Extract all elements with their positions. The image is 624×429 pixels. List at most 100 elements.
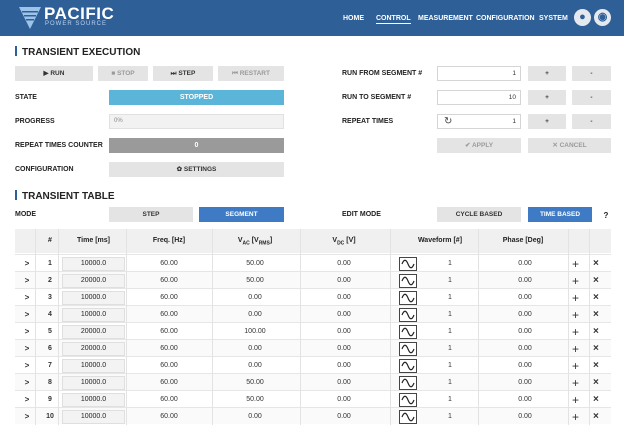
table-row: >9 10000.0 60.00 50.00 0.00 1 0.00 + × (15, 390, 611, 407)
waveform-cell[interactable]: 1 (435, 408, 465, 426)
vac-header-sub: AC (242, 240, 250, 247)
time-input[interactable]: 20000.0 (62, 274, 125, 288)
waveform-select-button[interactable] (399, 274, 417, 288)
time-input[interactable]: 10000.0 (62, 359, 125, 373)
cancel-button[interactable]: ✕ CANCEL (528, 138, 611, 153)
col-divider (568, 229, 569, 425)
time-input[interactable]: 20000.0 (62, 325, 125, 339)
apply-label: APPLY (471, 142, 494, 149)
run-to-plus-button[interactable]: + (528, 90, 566, 105)
restart-button[interactable]: ⏮ RESTART (218, 66, 284, 81)
table-row: >1 10000.0 60.00 50.00 0.00 1 0.00 + × (15, 254, 611, 271)
run-button[interactable]: ▶ RUN (15, 66, 93, 81)
sine-wave-icon (401, 259, 415, 269)
time-input[interactable]: 10000.0 (62, 308, 125, 322)
col-divider (589, 229, 590, 425)
help-icon[interactable]: ? (600, 210, 612, 222)
step-button[interactable]: ⏭ STEP (153, 66, 213, 81)
col-phase: Phase [Deg] (502, 237, 544, 244)
run-to-input[interactable]: 10 (437, 90, 521, 105)
col-divider (212, 229, 213, 425)
sine-wave-icon (401, 395, 415, 405)
restart-label: RESTART (239, 70, 270, 77)
col-divider (390, 229, 391, 425)
sine-wave-icon (401, 293, 415, 303)
run-to-label: RUN TO SEGMENT # (342, 94, 412, 101)
col-waveform: Waveform [#] (417, 237, 463, 244)
mode-segment-option[interactable]: SEGMENT (199, 207, 284, 222)
configuration-label: CONFIGURATION (15, 166, 74, 173)
sine-wave-icon (401, 344, 415, 354)
run-to-minus-button[interactable]: - (572, 90, 611, 105)
edit-cycle-based-option[interactable]: CYCLE BASED (437, 207, 521, 222)
table-row: >4 10000.0 60.00 0.00 0.00 1 0.00 + × (15, 305, 611, 322)
mode-label: MODE (15, 211, 36, 218)
stop-label: STOP (117, 70, 135, 77)
progress-label: PROGRESS (15, 118, 55, 125)
repeat-times-label: REPEAT TIMES (342, 118, 394, 125)
time-input[interactable]: 10000.0 (62, 376, 125, 390)
col-divider (35, 229, 36, 425)
waveform-select-button[interactable] (399, 308, 417, 322)
table-row: >6 20000.0 60.00 0.00 0.00 1 0.00 + × (15, 339, 611, 356)
waveform-select-button[interactable] (399, 291, 417, 305)
nav-configuration[interactable]: CONFIGURATION (476, 15, 535, 22)
nav-system[interactable]: SYSTEM (539, 15, 568, 22)
apply-button[interactable]: ✔ APPLY (437, 138, 521, 153)
repeat-counter-value: 0 (109, 138, 284, 153)
time-input[interactable]: 10000.0 (62, 393, 125, 407)
freq-cell[interactable]: 60.00 (130, 408, 208, 426)
time-input[interactable]: 20000.0 (62, 342, 125, 356)
waveform-select-button[interactable] (399, 325, 417, 339)
waveform-select-button[interactable] (399, 359, 417, 373)
nav-control[interactable]: CONTROL (376, 15, 411, 24)
run-from-input[interactable]: 1 (437, 66, 521, 81)
waveform-select-button[interactable] (399, 393, 417, 407)
repeat-times-plus-button[interactable]: + (528, 114, 566, 129)
vdc-cell[interactable]: 0.00 (305, 408, 383, 426)
edit-time-based-option[interactable]: TIME BASED (528, 207, 592, 222)
power-icon: ◉ (597, 11, 608, 23)
run-from-minus-button[interactable]: - (572, 66, 611, 81)
run-label: RUN (50, 70, 65, 77)
step-label: STEP (178, 70, 196, 77)
add-row-button[interactable]: + (572, 408, 579, 426)
status-indicator-button[interactable]: ● (574, 9, 591, 26)
waveform-select-button[interactable] (399, 410, 417, 424)
table-row: >10 10000.0 60.00 0.00 0.00 1 0.00 + × (15, 407, 611, 424)
settings-label: SETTINGS (183, 166, 217, 173)
repeat-times-minus-button[interactable]: - (572, 114, 611, 129)
expand-row-button[interactable]: > (21, 408, 33, 426)
col-index: # (48, 237, 52, 244)
settings-button[interactable]: ✿ SETTINGS (109, 162, 284, 177)
power-button[interactable]: ◉ (594, 9, 611, 26)
nav-measurement[interactable]: MEASUREMENT (418, 15, 473, 22)
close-icon: ✕ (552, 142, 560, 149)
waveform-select-button[interactable] (399, 376, 417, 390)
logo-subtitle: POWER SOURCE (45, 21, 108, 27)
col-divider (478, 229, 479, 425)
time-input[interactable]: 10000.0 (62, 410, 125, 424)
col-freq: Freq. [Hz] (152, 237, 186, 244)
phase-cell[interactable]: 0.00 (480, 408, 570, 426)
waveform-select-button[interactable] (399, 342, 417, 356)
vac-header-unit: [V (251, 237, 259, 244)
refresh-icon[interactable]: ↻ (444, 116, 456, 128)
circle-icon: ● (579, 11, 586, 23)
sine-wave-icon (401, 412, 415, 422)
top-bar: PACIFIC POWER SOURCE HOME CONTROL MEASUR… (0, 0, 624, 36)
vac-cell[interactable]: 0.00 (215, 408, 295, 426)
table-row: >8 10000.0 60.00 50.00 0.00 1 0.00 + × (15, 373, 611, 390)
mode-step-option[interactable]: STEP (109, 207, 193, 222)
row-index: 10 (46, 413, 54, 420)
nav-home[interactable]: HOME (343, 15, 364, 22)
run-from-plus-button[interactable]: + (528, 66, 566, 81)
stop-button[interactable]: ■ STOP (98, 66, 148, 81)
progress-bar: 0% (109, 114, 284, 129)
waveform-select-button[interactable] (399, 257, 417, 271)
col-vac: VAC [VRMS] (215, 229, 295, 253)
time-input[interactable]: 10000.0 (62, 291, 125, 305)
col-divider (58, 229, 59, 425)
delete-row-button[interactable]: × (593, 408, 599, 426)
time-input[interactable]: 10000.0 (62, 257, 125, 271)
